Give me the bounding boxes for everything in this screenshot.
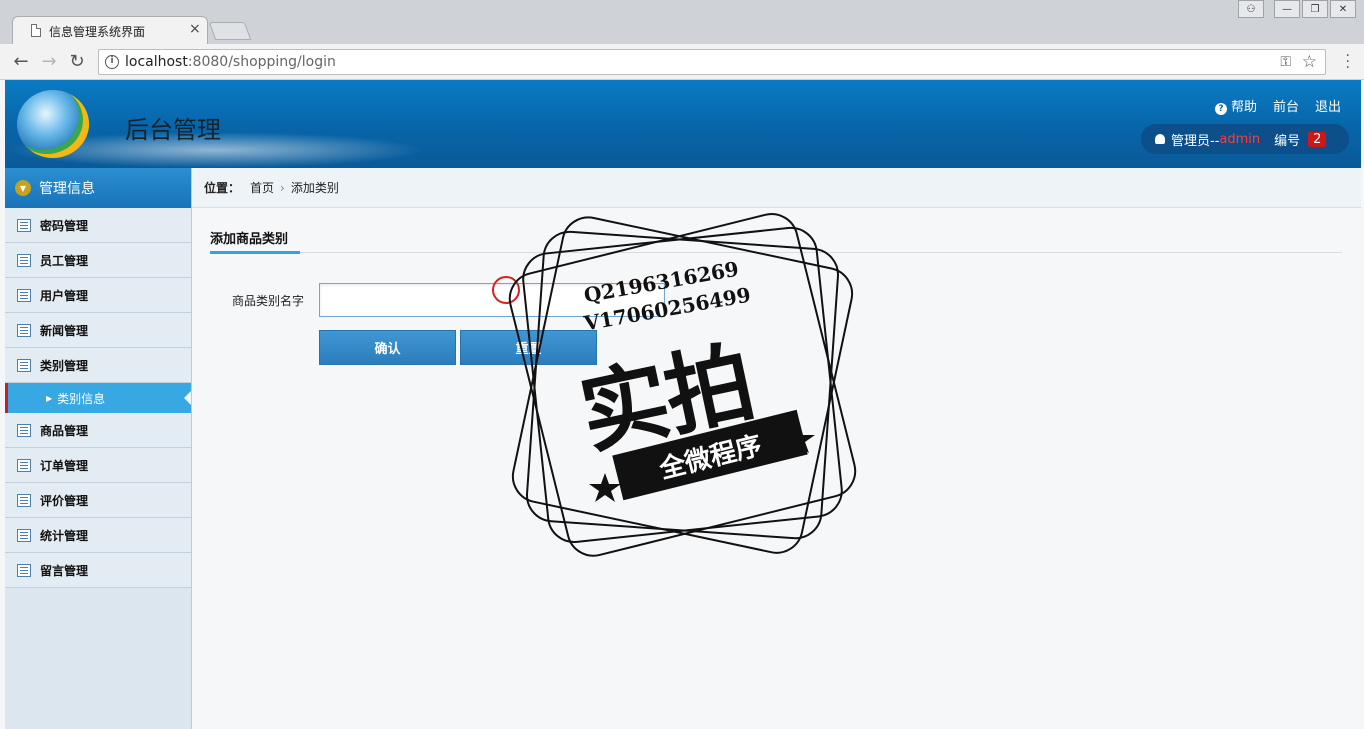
user-info-bar: 管理员-- admin 编号 2 — [1141, 124, 1349, 154]
sidebar-item-category[interactable]: 类别管理 — [5, 348, 191, 383]
sidebar-item-label: 员工管理 — [40, 253, 89, 268]
sidebar-item-label: 密码管理 — [40, 218, 89, 233]
sidebar-item-label: 商品管理 — [40, 423, 89, 438]
globe-logo-icon — [17, 90, 89, 158]
tab-active-indicator — [210, 251, 300, 254]
sidebar-item-label: 评价管理 — [40, 493, 89, 508]
list-icon — [17, 288, 31, 302]
sidebar-item-label: 订单管理 — [40, 458, 89, 473]
list-icon — [17, 528, 31, 542]
list-icon — [17, 458, 31, 472]
bookmark-star-icon[interactable]: ☆ — [1302, 52, 1317, 72]
watermark-stamp: Q2196316269 V17060256499 实拍 全微程序 — [505, 210, 860, 560]
sidebar-item-messages[interactable]: 留言管理 — [5, 553, 191, 588]
restore-button[interactable]: ❐ — [1302, 0, 1328, 18]
tab-title: 信息管理系统界面 — [49, 25, 146, 39]
sidebar-item-label: 类别管理 — [40, 358, 89, 373]
top-nav: ? 帮助 前台 退出 — [1214, 96, 1341, 115]
front-link[interactable]: 前台 — [1273, 96, 1299, 115]
list-icon — [17, 358, 31, 372]
minimize-button[interactable]: — — [1274, 0, 1300, 18]
sidebar-item-password[interactable]: 密码管理 — [5, 208, 191, 243]
app-header: 后台管理 ? 帮助 前台 退出 管理员-- admin 编号 2 — [5, 80, 1361, 168]
info-icon[interactable]: i — [105, 55, 119, 69]
username: admin — [1219, 131, 1261, 147]
person-icon — [1155, 134, 1165, 144]
reload-icon[interactable]: ↻ — [66, 50, 88, 72]
browser-toolbar: ← → ↻ i localhost:8080/shopping/login ⚿ … — [0, 44, 1364, 80]
category-name-label: 商品类别名字 — [232, 294, 305, 308]
sidebar-item-orders[interactable]: 订单管理 — [5, 448, 191, 483]
back-arrow-icon[interactable]: ← — [10, 50, 32, 72]
breadcrumb-separator: › — [280, 180, 285, 195]
breadcrumb-home[interactable]: 首页 — [250, 179, 274, 196]
user-prefix: 管理员-- — [1171, 133, 1220, 149]
help-link[interactable]: ? 帮助 — [1214, 96, 1257, 115]
breadcrumb-current: 添加类别 — [290, 181, 339, 195]
url-host: localhost — [125, 54, 188, 70]
list-icon — [17, 563, 31, 577]
address-bar[interactable]: i localhost:8080/shopping/login ⚿ ☆ — [98, 49, 1326, 75]
breadcrumb-label: 位置： — [204, 181, 241, 195]
sidebar-heading-label: 管理信息 — [39, 181, 95, 197]
help-label: 帮助 — [1230, 100, 1257, 115]
sidebar-item-stats[interactable]: 统计管理 — [5, 518, 191, 553]
window-controls: ⚇ — ❐ ✕ — [1238, 0, 1356, 20]
browser-tabstrip: 信息管理系统界面 × ⚇ — ❐ ✕ — [0, 0, 1364, 44]
sidebar-item-label: 统计管理 — [40, 528, 89, 543]
sidebar-item-user[interactable]: 用户管理 — [5, 278, 191, 313]
sidebar: ▼ 管理信息 密码管理 员工管理 用户管理 新闻管理 类别管理 ▶ 类别信息 商品… — [5, 168, 192, 729]
sidebar-subitem-category-info[interactable]: ▶ 类别信息 — [5, 383, 191, 413]
url-text[interactable]: localhost:8080/shopping/login — [125, 54, 336, 70]
browser-tab[interactable]: 信息管理系统界面 × — [12, 16, 208, 44]
page-icon — [31, 24, 41, 37]
list-icon — [17, 323, 31, 337]
close-window-button[interactable]: ✕ — [1330, 0, 1356, 18]
id-label: 编号 — [1274, 133, 1301, 149]
sidebar-heading[interactable]: ▼ 管理信息 — [5, 168, 191, 208]
confirm-button[interactable]: 确认 — [319, 330, 456, 365]
list-icon — [17, 423, 31, 437]
list-icon — [17, 253, 31, 267]
screen: 信息管理系统界面 × ⚇ — ❐ ✕ ← → ↻ i localhost:808… — [0, 0, 1364, 729]
caret-right-icon: ▶ — [46, 393, 53, 403]
app-title: 后台管理 — [125, 116, 221, 144]
sidebar-item-employee[interactable]: 员工管理 — [5, 243, 191, 278]
breadcrumb: 位置： 首页 › 添加类别 — [192, 168, 1361, 208]
sidebar-item-news[interactable]: 新闻管理 — [5, 313, 191, 348]
collapse-toggle-icon: ▼ — [15, 180, 31, 196]
tab-add-category[interactable]: 添加商品类别 — [210, 228, 288, 247]
profile-icon[interactable]: ⚇ — [1238, 0, 1264, 18]
help-icon: ? — [1214, 103, 1227, 115]
id-badge: 2 — [1308, 131, 1327, 147]
sidebar-item-label: 留言管理 — [40, 563, 89, 578]
close-tab-icon[interactable]: × — [189, 21, 201, 37]
list-icon — [17, 218, 31, 232]
logout-link[interactable]: 退出 — [1315, 96, 1341, 115]
sidebar-item-goods[interactable]: 商品管理 — [5, 413, 191, 448]
forward-arrow-icon[interactable]: → — [38, 50, 60, 72]
new-tab-button[interactable] — [208, 22, 252, 40]
sidebar-subitem-label: 类别信息 — [57, 391, 106, 406]
sidebar-item-reviews[interactable]: 评价管理 — [5, 483, 191, 518]
url-path: :8080/shopping/login — [187, 54, 336, 70]
browser-menu-icon[interactable]: · · · — [1346, 49, 1350, 75]
list-icon — [17, 493, 31, 507]
key-icon[interactable]: ⚿ — [1280, 54, 1291, 70]
sidebar-item-label: 用户管理 — [40, 288, 89, 303]
sidebar-item-label: 新闻管理 — [40, 323, 89, 338]
